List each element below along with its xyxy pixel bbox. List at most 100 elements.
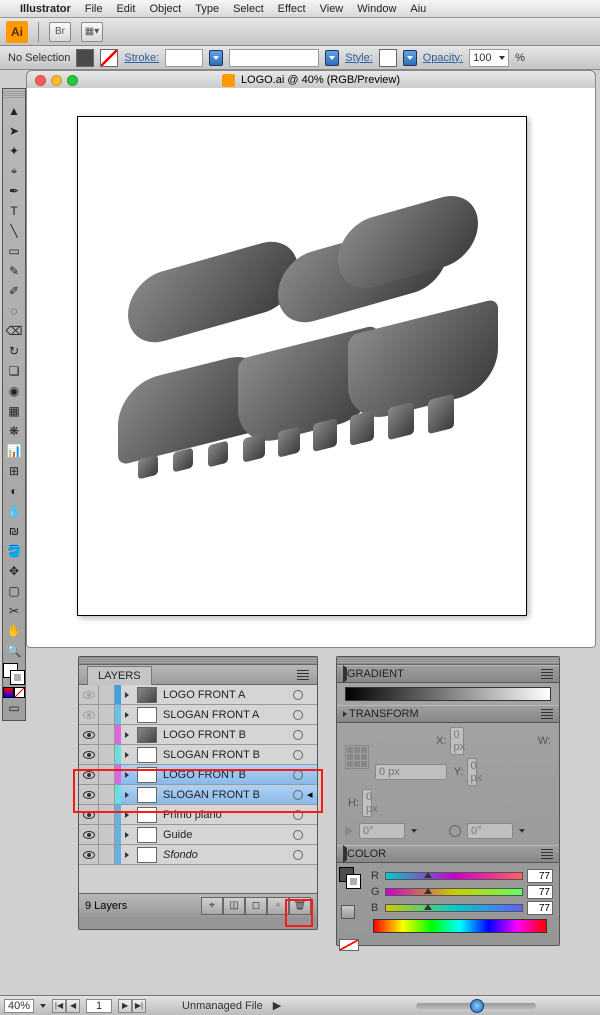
pen-tool[interactable]: ✒ xyxy=(4,181,24,201)
gradient-panel-header[interactable]: GRADIENT xyxy=(337,665,559,683)
target-button[interactable] xyxy=(289,790,307,800)
opacity-input[interactable]: 100 xyxy=(469,49,509,67)
target-button[interactable] xyxy=(289,770,307,780)
menu-window[interactable]: Window xyxy=(357,3,396,15)
fill-swatch[interactable] xyxy=(76,49,94,67)
menu-type[interactable]: Type xyxy=(195,3,219,15)
layer-row[interactable]: Guide xyxy=(79,825,317,845)
fill-stroke-selector[interactable] xyxy=(3,663,25,685)
color-mode-selector[interactable] xyxy=(3,687,25,698)
lock-toggle[interactable] xyxy=(99,765,115,784)
stroke-box[interactable] xyxy=(10,670,25,685)
menu-select[interactable]: Select xyxy=(233,3,264,15)
target-button[interactable] xyxy=(289,810,307,820)
color-mode-color[interactable] xyxy=(3,687,14,698)
color-fill-stroke[interactable] xyxy=(339,867,361,889)
warp-tool[interactable]: ◉ xyxy=(4,381,24,401)
live-paint-bucket-tool[interactable]: 🪣 xyxy=(4,541,24,561)
brush-definition-dropdown[interactable] xyxy=(229,49,319,67)
last-artboard-button[interactable]: ▶| xyxy=(132,999,146,1013)
panel-grip[interactable] xyxy=(79,657,317,665)
slice-tool[interactable]: ✂ xyxy=(4,601,24,621)
screen-mode-button[interactable]: ▭ xyxy=(4,698,24,718)
artboard-tool[interactable]: ▢ xyxy=(4,581,24,601)
layer-name[interactable]: SLOGAN FRONT A xyxy=(159,709,289,721)
style-swatch[interactable] xyxy=(379,49,397,67)
target-button[interactable] xyxy=(289,750,307,760)
lock-toggle[interactable] xyxy=(99,725,115,744)
arrange-documents-button[interactable]: ▦▾ xyxy=(81,22,103,42)
panel-menu-icon[interactable] xyxy=(297,670,309,680)
none-color-button[interactable] xyxy=(339,939,359,951)
rectangle-tool[interactable]: ▭ xyxy=(4,241,24,261)
layer-row[interactable]: Primo piano xyxy=(79,805,317,825)
create-new-layer-button[interactable]: ▫ xyxy=(267,897,289,915)
b-slider[interactable] xyxy=(385,904,523,912)
layer-name[interactable]: Primo piano xyxy=(159,809,289,821)
panel-grip[interactable] xyxy=(337,657,559,665)
opacity-label[interactable]: Opacity: xyxy=(423,52,463,64)
locate-object-button[interactable]: ⌖ xyxy=(201,897,223,915)
pencil-tool[interactable]: ✐ xyxy=(4,281,24,301)
visibility-toggle[interactable] xyxy=(79,685,99,704)
h-input[interactable]: 0 px xyxy=(362,789,372,817)
delete-selection-button[interactable]: 🗑 xyxy=(289,897,311,915)
zoom-level[interactable]: 40% xyxy=(4,999,34,1013)
visibility-toggle[interactable] xyxy=(79,725,99,744)
layer-row[interactable]: LOGO FRONT B xyxy=(79,725,317,745)
target-button[interactable] xyxy=(289,710,307,720)
target-button[interactable] xyxy=(289,730,307,740)
expand-toggle[interactable] xyxy=(121,705,135,724)
type-tool[interactable]: T xyxy=(4,201,24,221)
first-artboard-button[interactable]: |◀ xyxy=(52,999,66,1013)
live-paint-selection-tool[interactable]: ✥ xyxy=(4,561,24,581)
layer-row[interactable]: SLOGAN FRONT B xyxy=(79,745,317,765)
paintbrush-tool[interactable]: ✎ xyxy=(4,261,24,281)
target-button[interactable] xyxy=(289,690,307,700)
style-dropdown[interactable] xyxy=(403,50,417,66)
expand-toggle[interactable] xyxy=(121,725,135,744)
lock-toggle[interactable] xyxy=(99,805,115,824)
visibility-toggle[interactable] xyxy=(79,705,99,724)
app-menu[interactable]: Illustrator xyxy=(20,3,71,15)
lock-toggle[interactable] xyxy=(99,685,115,704)
artboard[interactable] xyxy=(77,116,527,616)
menu-view[interactable]: View xyxy=(320,3,344,15)
b-value[interactable]: 77 xyxy=(527,901,553,915)
panel-grip[interactable] xyxy=(3,91,25,99)
lock-toggle[interactable] xyxy=(99,825,115,844)
zoom-tool[interactable]: 🔍 xyxy=(4,641,24,661)
line-segment-tool[interactable]: ╲ xyxy=(4,221,24,241)
visibility-toggle[interactable] xyxy=(79,785,99,804)
artboard-navigation[interactable]: |◀ ◀ xyxy=(52,999,80,1013)
gradient-preview[interactable] xyxy=(345,687,551,701)
bridge-button[interactable]: Br xyxy=(49,22,71,42)
expand-toggle[interactable] xyxy=(121,785,135,804)
window-controls[interactable] xyxy=(35,75,78,86)
w-input[interactable]: 0 px xyxy=(375,764,447,780)
menu-edit[interactable]: Edit xyxy=(116,3,135,15)
panel-menu-icon[interactable] xyxy=(541,709,553,719)
scale-tool[interactable]: ❏ xyxy=(4,361,24,381)
gradient-tool[interactable]: ◐ xyxy=(4,481,24,501)
free-transform-tool[interactable]: ▦ xyxy=(4,401,24,421)
lock-toggle[interactable] xyxy=(99,705,115,724)
target-button[interactable] xyxy=(289,850,307,860)
lasso-tool[interactable]: ⌖ xyxy=(4,161,24,181)
create-new-sublayer-button[interactable]: ◻ xyxy=(245,897,267,915)
layer-name[interactable]: LOGO FRONT B xyxy=(159,769,289,781)
menu-help[interactable]: Aiu xyxy=(410,3,426,15)
stroke-swatch[interactable] xyxy=(100,49,118,67)
visibility-toggle[interactable] xyxy=(79,745,99,764)
expand-toggle[interactable] xyxy=(121,845,135,864)
style-label[interactable]: Style: xyxy=(345,52,373,64)
reference-point-selector[interactable] xyxy=(345,745,369,769)
layer-row[interactable]: LOGO FRONT B xyxy=(79,765,317,785)
menu-file[interactable]: File xyxy=(85,3,103,15)
r-slider[interactable] xyxy=(385,872,523,880)
panel-menu-icon[interactable] xyxy=(541,669,553,679)
lock-toggle[interactable] xyxy=(99,785,115,804)
brush-dropdown-arrow[interactable] xyxy=(325,50,339,66)
symbol-sprayer-tool[interactable]: ❋ xyxy=(4,421,24,441)
stroke-weight-input[interactable] xyxy=(165,49,203,67)
